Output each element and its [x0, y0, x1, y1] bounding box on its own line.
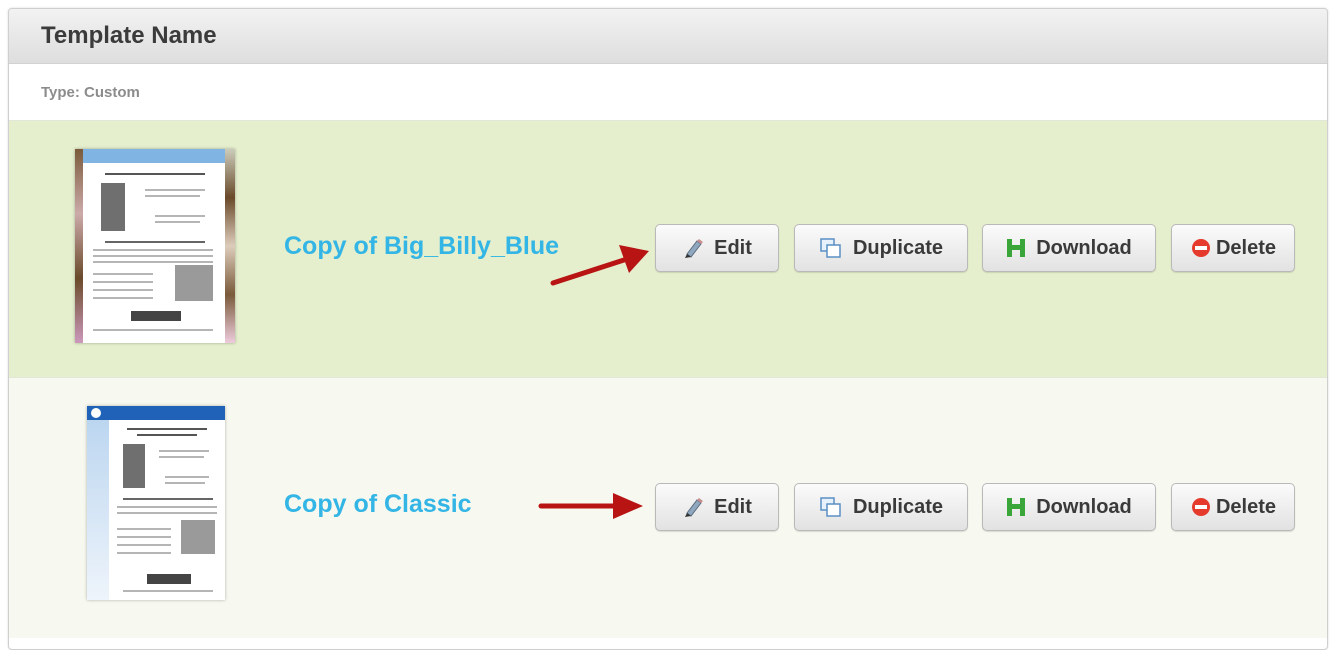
delete-button[interactable]: Delete	[1171, 224, 1295, 272]
duplicate-label: Duplicate	[852, 495, 944, 518]
thumbnail-text-line	[117, 552, 171, 554]
thumbnail-text-line	[93, 261, 213, 263]
thumbnail-text-line	[145, 189, 205, 191]
thumbnail-text-line	[93, 255, 213, 257]
edit-label: Edit	[714, 236, 752, 259]
delete-button[interactable]: Delete	[1171, 483, 1295, 531]
thumbnail-header-bar	[87, 406, 225, 420]
thumbnail-text-line	[93, 297, 153, 299]
thumbnail-text-line	[145, 195, 200, 197]
thumbnail-text-line	[123, 590, 213, 592]
thumbnail-text-line	[117, 512, 217, 514]
thumbnail-text-line	[105, 241, 205, 243]
annotation-arrow	[538, 493, 643, 519]
thumbnail-text-line	[159, 450, 209, 452]
download-icon	[1007, 498, 1026, 516]
templates-panel: Template Name Type: Custom Copy of Big_B…	[8, 8, 1328, 650]
thumbnail-text-line	[155, 215, 205, 217]
thumbnail-border-left	[75, 149, 83, 343]
download-button[interactable]: Download	[982, 483, 1156, 531]
thumbnail-text-line	[117, 528, 171, 530]
thumbnail-logo	[91, 408, 101, 418]
delete-label: Delete	[1215, 236, 1277, 259]
thumbnail-header-bar	[75, 149, 235, 163]
thumbnail-product-image	[181, 520, 215, 554]
thumbnail-photo	[101, 183, 125, 231]
thumbnail-text-line	[159, 456, 204, 458]
delete-icon	[1191, 239, 1210, 257]
download-icon	[1007, 239, 1026, 257]
thumbnail-text-line	[155, 221, 200, 223]
delete-icon	[1191, 498, 1210, 516]
duplicate-icon	[820, 497, 841, 517]
thumbnail-text-line	[93, 329, 213, 331]
thumbnail-text-line	[93, 273, 153, 275]
edit-button[interactable]: Edit	[655, 224, 779, 272]
template-row: Copy of Big_Billy_Blue Edit Duplicate Do…	[9, 120, 1327, 377]
thumbnail-text-line	[117, 536, 171, 538]
thumbnail-text-line	[165, 476, 209, 478]
duplicate-label: Duplicate	[852, 236, 944, 259]
thumbnail-text-line	[105, 173, 205, 175]
annotation-arrow	[550, 245, 649, 286]
thumbnail-sidebar	[87, 420, 109, 600]
type-label-row: Type: Custom	[9, 64, 1327, 120]
duplicate-icon	[820, 238, 841, 258]
download-label: Download	[1036, 236, 1132, 259]
thumbnail-text-line	[93, 281, 153, 283]
template-thumbnail[interactable]	[87, 406, 225, 600]
thumbnail-text-line	[93, 249, 213, 251]
edit-label: Edit	[714, 495, 752, 518]
duplicate-button[interactable]: Duplicate	[794, 483, 968, 531]
thumbnail-text-line	[127, 428, 207, 430]
template-row: Copy of Classic Edit Duplicate Download …	[9, 377, 1327, 638]
thumbnail-text-line	[117, 506, 217, 508]
template-thumbnail[interactable]	[75, 149, 235, 343]
pencil-icon	[685, 239, 704, 258]
pencil-icon	[685, 498, 704, 517]
template-name-link[interactable]: Copy of Classic	[284, 490, 472, 519]
type-label: Type: Custom	[41, 83, 140, 101]
thumbnail-border-right	[225, 149, 235, 343]
thumbnail-photo	[123, 444, 145, 488]
thumbnail-cta-button	[147, 574, 191, 584]
thumbnail-text-line	[117, 544, 171, 546]
duplicate-button[interactable]: Duplicate	[794, 224, 968, 272]
download-button[interactable]: Download	[982, 224, 1156, 272]
thumbnail-text-line	[137, 434, 197, 436]
thumbnail-cta-button	[131, 311, 181, 321]
panel-header: Template Name	[9, 9, 1327, 64]
edit-button[interactable]: Edit	[655, 483, 779, 531]
thumbnail-text-line	[165, 482, 205, 484]
delete-label: Delete	[1215, 495, 1277, 518]
thumbnail-text-line	[93, 289, 153, 291]
header-title: Template Name	[41, 22, 217, 49]
thumbnail-product-image	[175, 265, 213, 301]
thumbnail-text-line	[123, 498, 213, 500]
template-name-link[interactable]: Copy of Big_Billy_Blue	[284, 232, 559, 261]
download-label: Download	[1036, 495, 1132, 518]
